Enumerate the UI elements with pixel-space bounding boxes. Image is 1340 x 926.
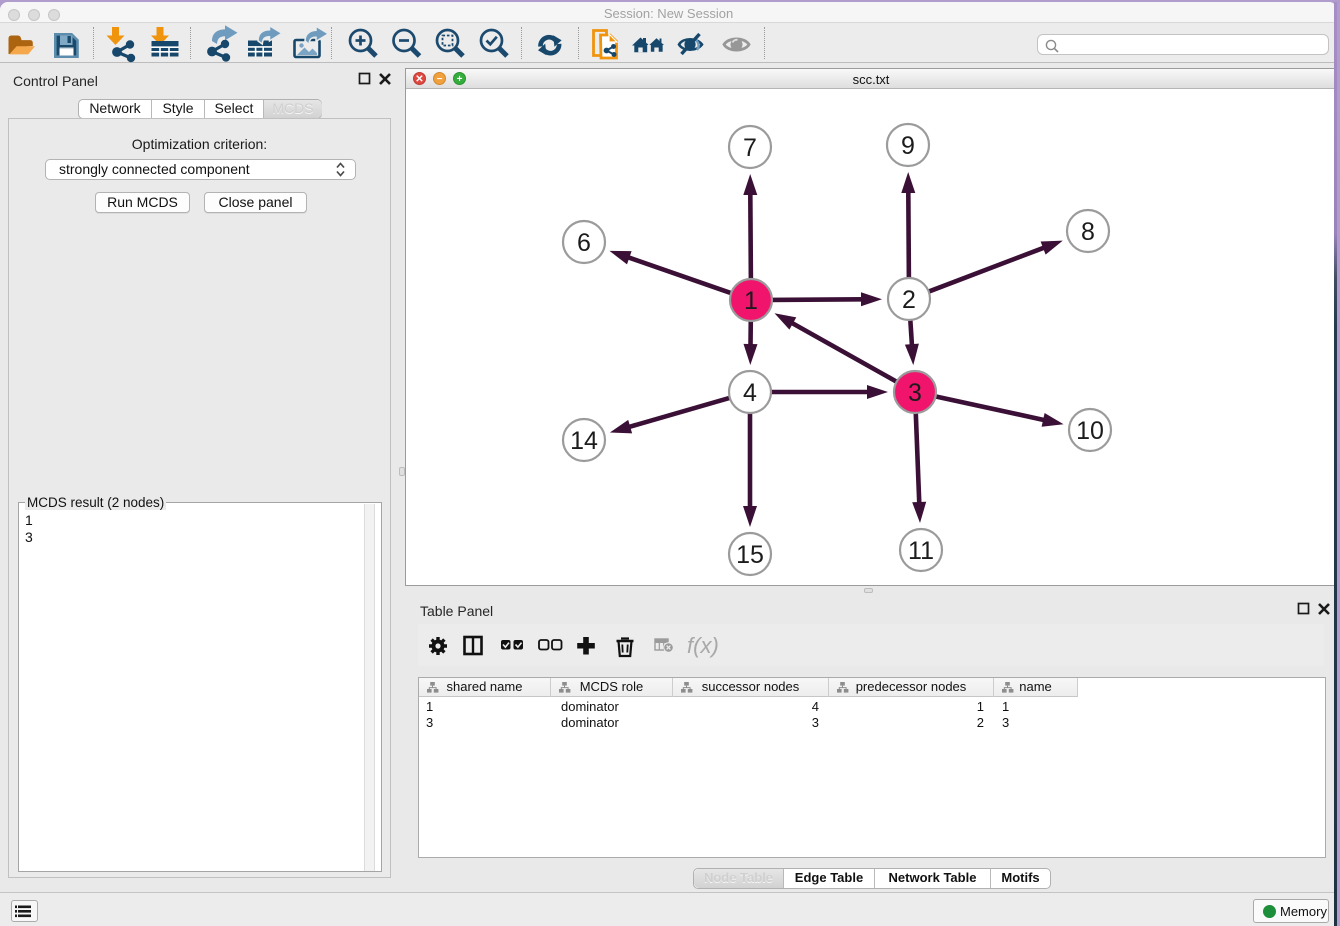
svg-text:9: 9 bbox=[901, 132, 915, 160]
svg-text:2: 2 bbox=[902, 286, 916, 314]
svg-text:4: 4 bbox=[743, 379, 757, 407]
svg-text:15: 15 bbox=[736, 541, 764, 569]
svg-text:f(x): f(x) bbox=[687, 633, 719, 658]
svg-text:14: 14 bbox=[570, 427, 598, 455]
svg-text:8: 8 bbox=[1081, 218, 1095, 246]
svg-text:7: 7 bbox=[743, 134, 757, 162]
svg-text:1: 1 bbox=[744, 287, 758, 315]
svg-text:6: 6 bbox=[577, 229, 591, 257]
svg-text:11: 11 bbox=[908, 537, 934, 565]
svg-text:3: 3 bbox=[908, 379, 922, 407]
svg-text:10: 10 bbox=[1076, 417, 1104, 445]
